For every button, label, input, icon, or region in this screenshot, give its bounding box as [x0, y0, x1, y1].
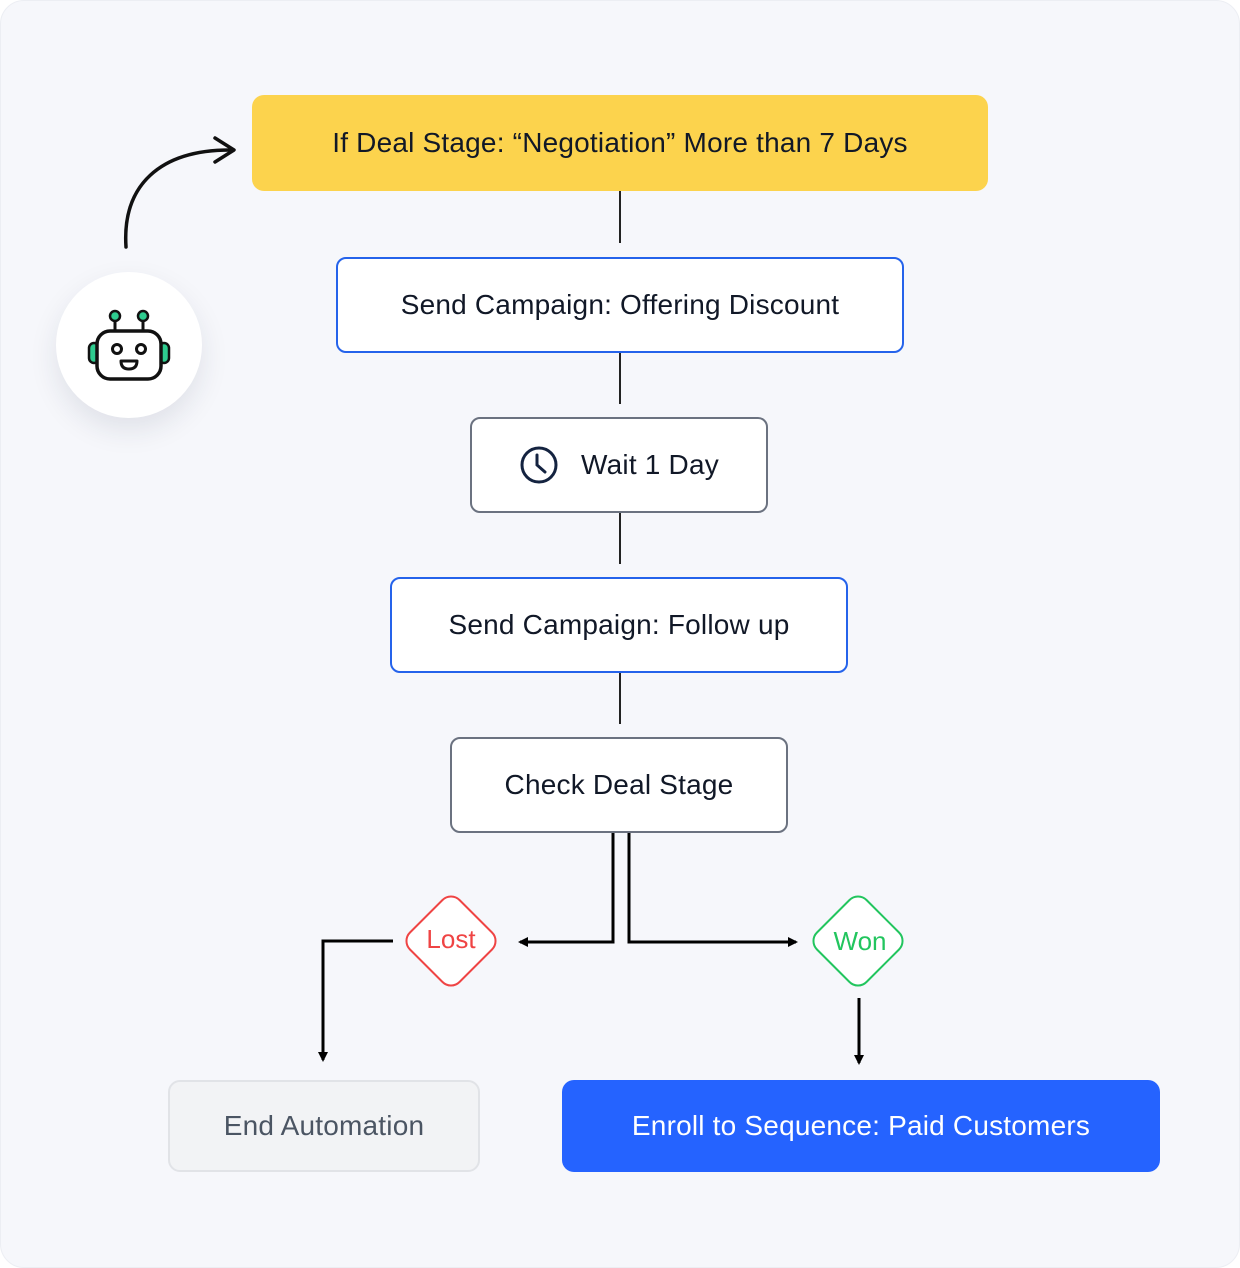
enroll-sequence-node[interactable]: Enroll to Sequence: Paid Customers	[562, 1080, 1160, 1172]
step-send-campaign-discount[interactable]: Send Campaign: Offering Discount	[336, 257, 904, 353]
step-label: Check Deal Stage	[504, 769, 734, 800]
bot-to-trigger-arrow	[124, 148, 232, 249]
branch-lost-label: Lost	[426, 924, 476, 954]
enroll-label: Enroll to Sequence: Paid Customers	[631, 1110, 1091, 1141]
step-check-deal-stage[interactable]: Check Deal Stage	[450, 737, 788, 833]
end-label: End Automation	[223, 1110, 425, 1141]
branch-won-line	[627, 833, 798, 947]
step-send-campaign-follow-up[interactable]: Send Campaign: Follow up	[390, 577, 848, 673]
bot-avatar	[56, 272, 202, 418]
lost-to-end-line	[318, 939, 393, 1062]
end-automation-node[interactable]: End Automation	[168, 1080, 480, 1172]
trigger-label: If Deal Stage: “Negotiation” More than 7…	[332, 127, 908, 158]
robot-icon	[87, 309, 171, 381]
branch-won-label: Won	[833, 926, 887, 956]
step-wait[interactable]: Wait 1 Day	[470, 417, 768, 513]
step-label: Send Campaign: Offering Discount	[400, 289, 840, 320]
clock-icon	[520, 446, 558, 484]
trigger-node[interactable]: If Deal Stage: “Negotiation” More than 7…	[252, 95, 988, 191]
step-label: Wait 1 Day	[581, 449, 719, 480]
branch-lost-line	[518, 833, 615, 947]
step-label: Send Campaign: Follow up	[448, 609, 790, 640]
